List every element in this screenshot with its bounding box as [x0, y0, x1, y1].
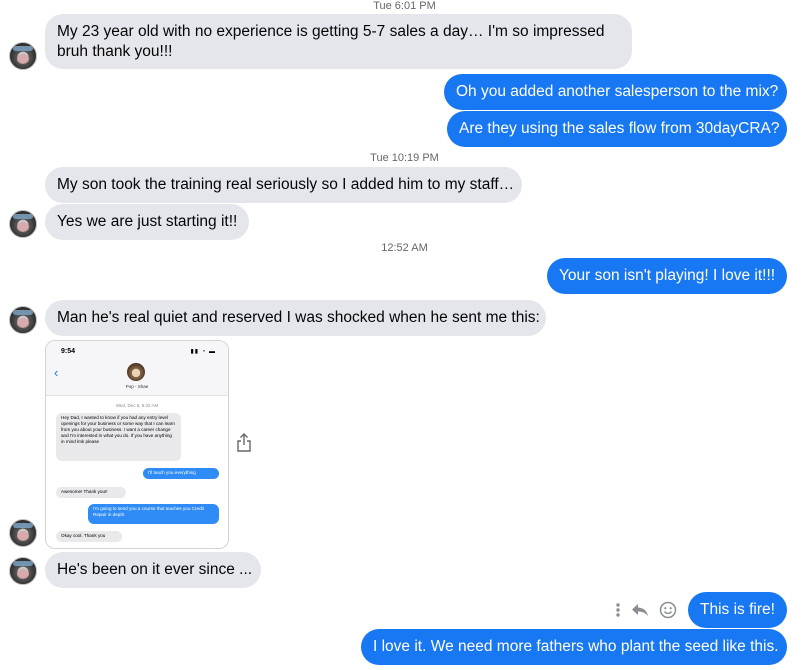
back-icon: ‹	[54, 365, 59, 380]
phone-time: 9:54	[61, 348, 76, 355]
contact-name: Pop - Shae	[125, 384, 149, 389]
message-outgoing[interactable]: Are they using the sales flow from 30day…	[447, 111, 787, 147]
phone-message: Hey Dad, I wanted to know if you had any…	[56, 413, 181, 461]
avatar[interactable]	[9, 557, 37, 585]
avatar[interactable]	[9, 519, 37, 547]
more-icon[interactable]	[615, 602, 621, 618]
message-text-line: bruh thank you!!!	[57, 43, 173, 60]
phone-message: I'll teach you everything	[143, 468, 219, 479]
image-attachment[interactable]: 9:54 ▮▮ ◔ ▬ ‹ Pop - Shae Wed, Dec 8, 8:3…	[45, 340, 229, 549]
avatar[interactable]	[9, 306, 37, 334]
message-incoming[interactable]: Yes we are just starting it!!	[45, 204, 249, 240]
message-incoming[interactable]: My 23 year old with no experience is get…	[45, 14, 632, 69]
avatar[interactable]	[9, 42, 37, 70]
phone-message: I'm going to send you a course that teac…	[88, 504, 219, 524]
message-outgoing[interactable]: Your son isn't playing! I love it!!!	[547, 258, 787, 294]
message-actions	[615, 600, 677, 620]
message-incoming[interactable]: He's been on it ever since ...	[45, 552, 261, 588]
message-outgoing[interactable]: Oh you added another salesperson to the …	[444, 74, 787, 110]
message-incoming[interactable]: Man he's real quiet and reserved I was s…	[45, 300, 546, 336]
message-text-line: My 23 year old with no experience is get…	[57, 23, 605, 40]
phone-status-icons: ▮▮ ◔ ▬	[190, 349, 216, 355]
reply-icon[interactable]	[631, 602, 649, 618]
timestamp: Tue 6:01 PM	[373, 0, 436, 12]
message-outgoing[interactable]: I love it. We need more fathers who plan…	[361, 629, 787, 665]
contact-avatar	[127, 363, 145, 381]
share-icon[interactable]	[236, 433, 252, 453]
phone-message: Awesome! Thank you!!	[56, 487, 126, 498]
phone-date: Wed, Dec 8, 8:32 AM	[115, 403, 159, 408]
phone-header: 9:54 ▮▮ ◔ ▬ ‹ Pop - Shae	[46, 341, 228, 396]
emoji-icon[interactable]	[659, 601, 677, 619]
message-incoming[interactable]: My son took the training real seriously …	[45, 167, 522, 203]
message-outgoing[interactable]: This is fire!	[688, 592, 787, 628]
timestamp: Tue 10:19 PM	[370, 152, 439, 164]
timestamp: 12:52 AM	[381, 242, 428, 254]
phone-message: Okay cool. Thank you	[56, 531, 122, 542]
avatar[interactable]	[9, 210, 37, 238]
